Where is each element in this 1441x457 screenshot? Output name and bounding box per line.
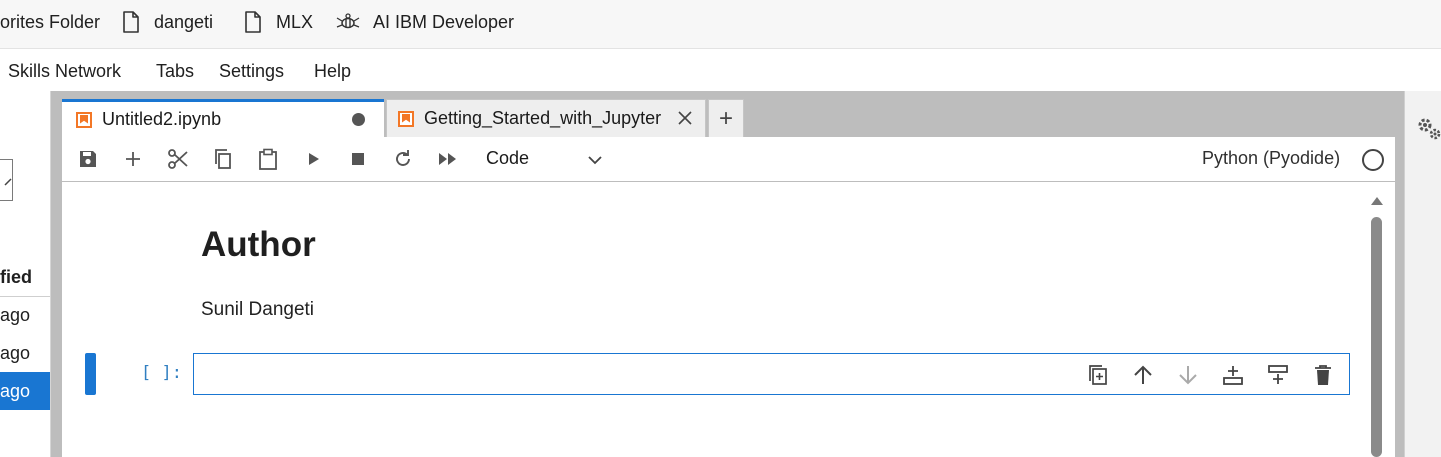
notebook-toolbar: Code Python (Pyodide) bbox=[62, 137, 1395, 182]
copy-button[interactable] bbox=[211, 147, 235, 171]
notebook-panel: Code Python (Pyodide) Author Sunil Dange… bbox=[62, 137, 1395, 457]
cell-type-label: Code bbox=[486, 148, 530, 168]
file-row-selected[interactable]: ago bbox=[0, 372, 50, 410]
menu-bar: Skills Network Tabs Settings Help bbox=[0, 49, 1441, 91]
bookmark-favorites-folder[interactable]: orites Folder bbox=[0, 10, 100, 34]
run-all-button[interactable] bbox=[436, 147, 460, 171]
bookmark-dangeti[interactable]: dangeti bbox=[120, 10, 213, 34]
menu-skills-network[interactable]: Skills Network bbox=[8, 61, 121, 82]
bookmarks-bar: orites Folder dangeti MLX AI IBM Develop… bbox=[0, 0, 1441, 49]
close-icon[interactable] bbox=[677, 110, 693, 126]
jupyter-notebook-icon bbox=[76, 111, 92, 128]
scrollbar-thumb[interactable] bbox=[1371, 217, 1382, 457]
copy-icon bbox=[215, 149, 231, 169]
insert-above-button[interactable] bbox=[1266, 363, 1290, 387]
add-cell-button[interactable] bbox=[121, 147, 145, 171]
chevron-down-icon bbox=[588, 156, 602, 165]
jupyter-notebook-icon bbox=[398, 110, 414, 127]
bookmark-label: dangeti bbox=[154, 11, 214, 32]
insert-above-icon bbox=[1268, 365, 1288, 384]
right-sidebar bbox=[1404, 91, 1441, 457]
tab-getting-started[interactable]: Getting_Started_with_Jupyter bbox=[386, 99, 706, 137]
tab-bar: Untitled2.ipynb Getting_Started_with_Jup… bbox=[62, 91, 1395, 137]
delete-icon bbox=[1315, 365, 1331, 385]
cell-prompt: [ ]: bbox=[141, 363, 182, 383]
filter-box[interactable] bbox=[0, 159, 13, 201]
cell-collapser[interactable] bbox=[85, 353, 96, 395]
kernel-name[interactable]: Python (Pyodide) bbox=[1202, 148, 1340, 169]
menu-settings[interactable]: Settings bbox=[219, 61, 284, 82]
unsaved-dot-icon[interactable] bbox=[352, 113, 365, 126]
markdown-text: Sunil Dangeti bbox=[201, 299, 315, 320]
insert-below-button[interactable] bbox=[1221, 363, 1245, 387]
run-icon bbox=[309, 153, 319, 165]
insert-below-icon bbox=[1223, 366, 1243, 385]
file-row[interactable]: ago bbox=[0, 296, 50, 334]
bookmark-label: MLX bbox=[276, 11, 314, 32]
move-up-icon bbox=[1134, 365, 1152, 384]
file-row[interactable]: ago bbox=[0, 334, 50, 372]
cut-icon bbox=[168, 149, 188, 169]
tab-label: Untitled2.ipynb bbox=[102, 109, 222, 129]
new-tab-button[interactable]: + bbox=[708, 99, 744, 137]
save-icon bbox=[80, 151, 96, 167]
column-header-last-modified[interactable]: fied bbox=[0, 258, 50, 297]
search-icon bbox=[4, 178, 12, 186]
notebook-scrollbar[interactable] bbox=[1369, 193, 1383, 457]
menu-tabs[interactable]: Tabs bbox=[156, 61, 194, 82]
run-button[interactable] bbox=[301, 147, 325, 171]
restart-button[interactable] bbox=[391, 147, 415, 171]
bookmark-label: AI IBM Developer bbox=[373, 11, 515, 32]
move-down-icon bbox=[1179, 366, 1197, 385]
bookmark-label: orites Folder bbox=[0, 11, 101, 32]
duplicate-cell-icon bbox=[1089, 365, 1107, 385]
move-down-button[interactable] bbox=[1176, 363, 1200, 387]
duplicate-cell-button[interactable] bbox=[1086, 363, 1110, 387]
add-cell-icon bbox=[126, 152, 140, 166]
paste-button[interactable] bbox=[256, 147, 280, 171]
page-icon bbox=[245, 11, 261, 33]
bookmark-ai-ibm-developer[interactable]: AI IBM Developer bbox=[335, 10, 514, 34]
paste-icon bbox=[259, 148, 277, 170]
markdown-heading: Author bbox=[201, 225, 316, 264]
stop-icon bbox=[352, 153, 364, 165]
cut-button[interactable] bbox=[166, 147, 190, 171]
page-icon bbox=[123, 11, 139, 33]
scroll-up-arrow-icon[interactable] bbox=[1370, 195, 1384, 207]
menu-help[interactable]: Help bbox=[314, 61, 351, 82]
panel-divider[interactable] bbox=[51, 91, 62, 457]
restart-icon bbox=[396, 150, 410, 166]
bookmark-mlx[interactable]: MLX bbox=[242, 10, 313, 34]
bee-icon bbox=[336, 13, 360, 29]
plus-icon: + bbox=[718, 104, 733, 132]
kernel-status-icon bbox=[1362, 149, 1384, 171]
code-cell-input[interactable] bbox=[193, 353, 1350, 395]
tab-label: Getting_Started_with_Jupyter bbox=[424, 108, 662, 128]
stop-button[interactable] bbox=[346, 147, 370, 171]
property-inspector-gears-icon[interactable] bbox=[1415, 115, 1441, 143]
delete-cell-button[interactable] bbox=[1311, 363, 1335, 387]
run-all-icon bbox=[439, 153, 456, 165]
file-browser-panel: fied ago ago ago bbox=[0, 91, 51, 457]
move-up-button[interactable] bbox=[1131, 363, 1155, 387]
tab-untitled2[interactable]: Untitled2.ipynb bbox=[62, 99, 384, 137]
save-button[interactable] bbox=[76, 147, 100, 171]
